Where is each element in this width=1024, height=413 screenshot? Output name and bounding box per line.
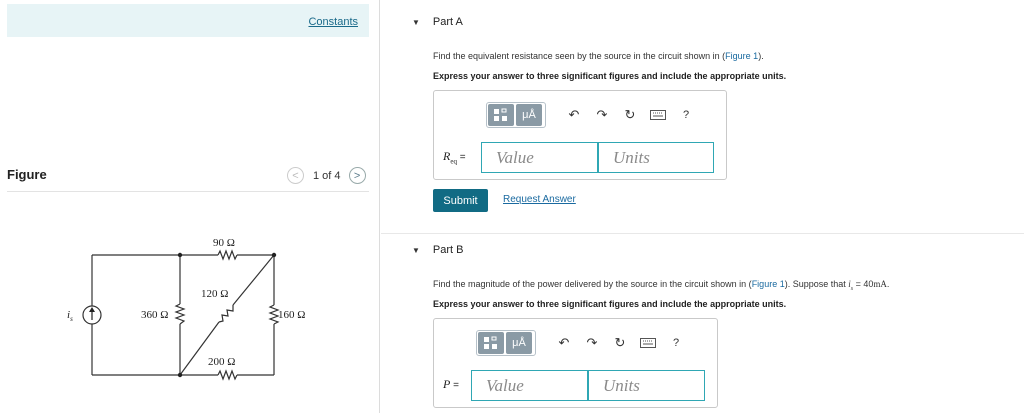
reset-icon[interactable]: ↻ bbox=[606, 332, 634, 354]
part-a-answer-box: μÅ ↶ ↷ ↻ ? Req = Value Units bbox=[433, 90, 727, 180]
r-eq-label: Req = bbox=[443, 149, 466, 166]
figure-divider bbox=[7, 191, 369, 192]
help-icon[interactable]: ? bbox=[672, 104, 700, 126]
resistor-360-icon bbox=[174, 303, 186, 325]
r360-label: 360 Ω bbox=[141, 309, 168, 321]
part-a-header[interactable]: ▼ Part A bbox=[412, 16, 463, 28]
figure-1-link[interactable]: Figure 1 bbox=[752, 279, 785, 289]
panel-divider bbox=[379, 0, 380, 413]
circuit-diagram: is 360 Ω 90 Ω 120 Ω 160 Ω 200 Ω bbox=[67, 237, 305, 381]
keyboard-icon[interactable] bbox=[634, 332, 662, 354]
resistor-120-icon bbox=[218, 305, 234, 323]
chevron-left-icon: < bbox=[292, 169, 299, 182]
template-group: μÅ bbox=[476, 330, 536, 356]
next-figure-button[interactable]: > bbox=[348, 167, 366, 184]
resistor-90-icon bbox=[217, 249, 238, 261]
constants-bar: Constants bbox=[7, 4, 369, 37]
part-divider bbox=[381, 233, 1024, 234]
part-a-value-input[interactable]: Value bbox=[481, 142, 598, 173]
part-a-units-input[interactable]: Units bbox=[598, 142, 714, 173]
symbols-icon[interactable]: μÅ bbox=[516, 104, 542, 126]
reset-icon[interactable]: ↻ bbox=[616, 104, 644, 126]
symbols-icon[interactable]: μÅ bbox=[506, 332, 532, 354]
figure-1-link[interactable]: Figure 1 bbox=[725, 51, 758, 61]
keyboard-icon[interactable] bbox=[644, 104, 672, 126]
r90-label: 90 Ω bbox=[213, 237, 235, 249]
figure-pager: < 1 of 4 > bbox=[287, 167, 366, 184]
figure-page-count: 1 of 4 bbox=[313, 169, 341, 182]
collapse-triangle-icon: ▼ bbox=[412, 17, 420, 27]
resistor-160-icon bbox=[268, 304, 280, 325]
r200-label: 200 Ω bbox=[208, 356, 235, 368]
part-a-prompt: Find the equivalent resistance seen by t… bbox=[433, 51, 764, 61]
resistor-200-icon bbox=[217, 369, 238, 381]
part-b-units-input[interactable]: Units bbox=[588, 370, 705, 401]
part-b-instruction: Express your answer to three significant… bbox=[433, 299, 787, 309]
r160-label: 160 Ω bbox=[278, 309, 305, 321]
part-a-toolbar: μÅ ↶ ↷ ↻ ? bbox=[486, 102, 700, 128]
figure-panel: Constants Figure < 1 of 4 > is 360 Ω 90 … bbox=[0, 0, 379, 413]
constants-link[interactable]: Constants bbox=[308, 16, 358, 28]
template-group: μÅ bbox=[486, 102, 546, 128]
part-b-value-input[interactable]: Value bbox=[471, 370, 588, 401]
chevron-right-icon: > bbox=[353, 169, 361, 182]
figure-heading: Figure bbox=[7, 167, 47, 182]
part-a-title: Part A bbox=[432, 16, 463, 28]
redo-icon[interactable]: ↷ bbox=[588, 104, 616, 126]
part-a-instruction: Express your answer to three significant… bbox=[433, 71, 787, 81]
part-b-prompt: Find the magnitude of the power delivere… bbox=[433, 279, 890, 292]
p-label: P = bbox=[443, 377, 459, 391]
prev-figure-button[interactable]: < bbox=[287, 167, 304, 184]
undo-icon[interactable]: ↶ bbox=[550, 332, 578, 354]
request-answer-link[interactable]: Request Answer bbox=[503, 194, 576, 205]
collapse-triangle-icon: ▼ bbox=[412, 245, 420, 255]
r120-label: 120 Ω bbox=[201, 288, 228, 300]
part-b-toolbar: μÅ ↶ ↷ ↻ ? bbox=[476, 330, 690, 356]
redo-icon[interactable]: ↷ bbox=[578, 332, 606, 354]
part-b-title: Part B bbox=[432, 244, 464, 256]
undo-icon[interactable]: ↶ bbox=[560, 104, 588, 126]
submit-button[interactable]: Submit bbox=[433, 189, 488, 212]
templates-icon[interactable] bbox=[488, 104, 514, 126]
templates-icon[interactable] bbox=[478, 332, 504, 354]
part-b-answer-box: μÅ ↶ ↷ ↻ ? P = Value Units bbox=[433, 318, 718, 408]
source-label: is bbox=[67, 309, 73, 323]
part-b-header[interactable]: ▼ Part B bbox=[412, 244, 464, 256]
help-icon[interactable]: ? bbox=[662, 332, 690, 354]
